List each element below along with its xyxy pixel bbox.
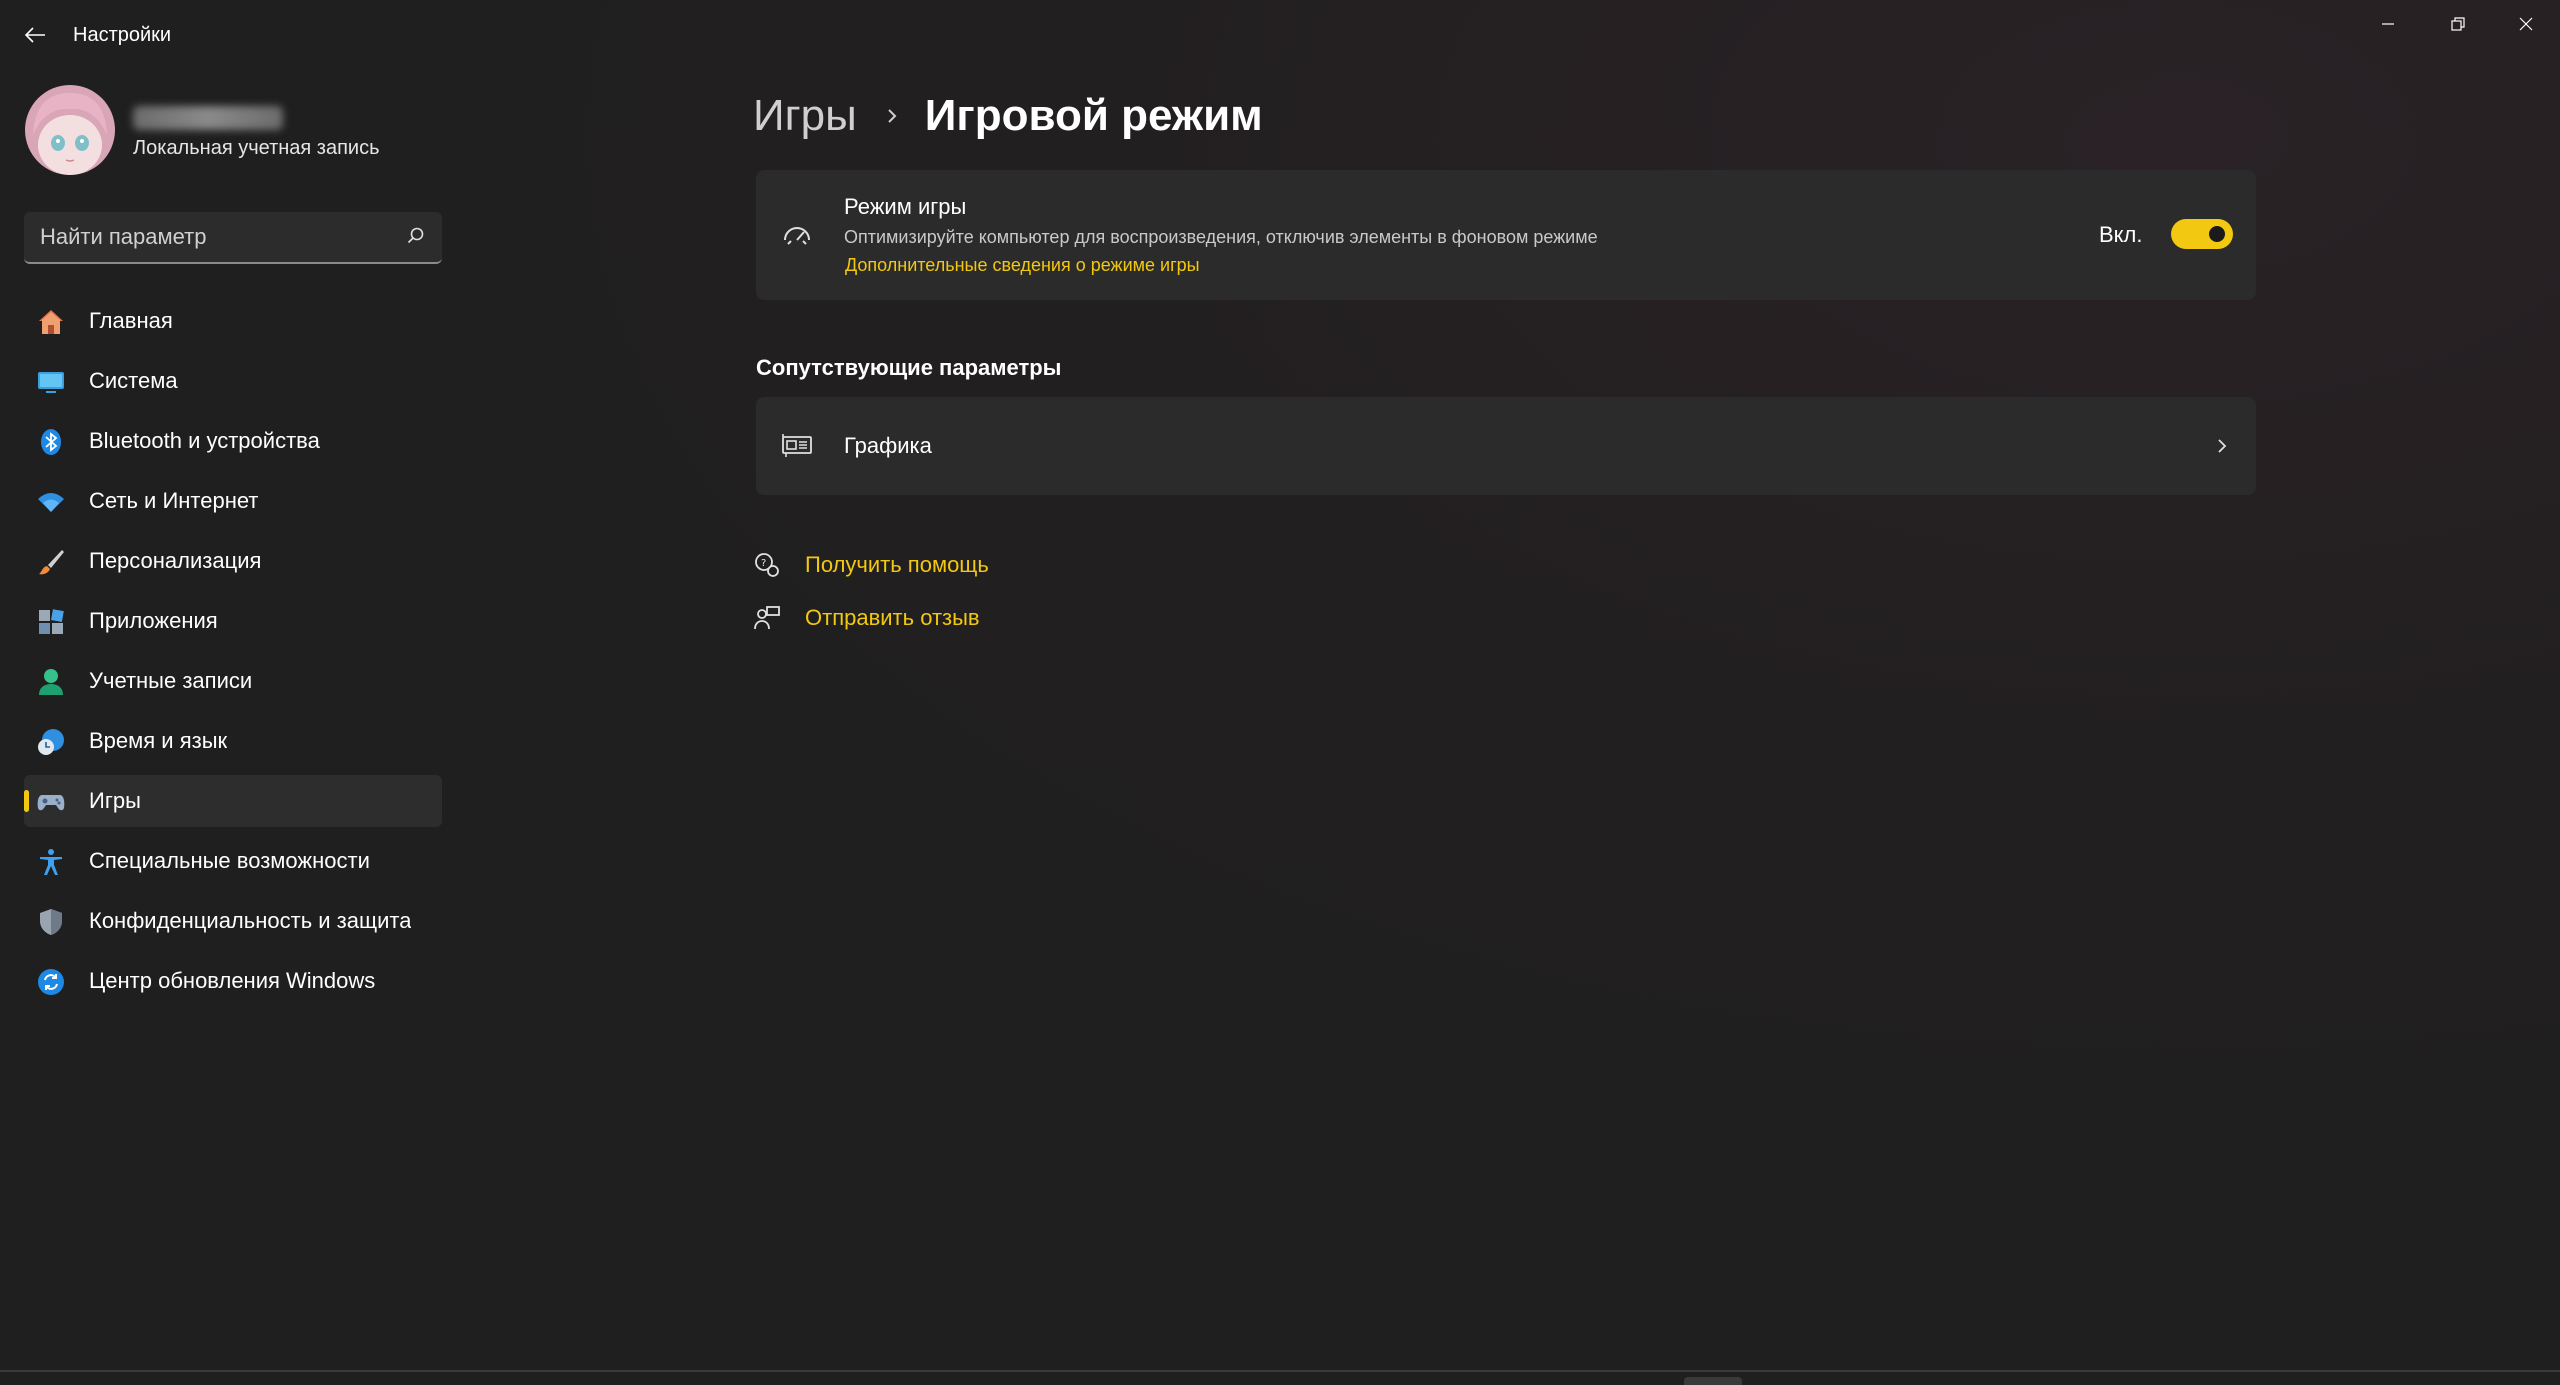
game-mode-learn-more-link[interactable]: Дополнительные сведения о режиме игры (845, 255, 1200, 276)
accessibility-icon (40, 849, 62, 875)
app-title: Настройки (73, 24, 172, 46)
game-mode-description: Оптимизируйте компьютер для воспроизведе… (844, 227, 1598, 247)
sidebar-item-label: Специальные возможности (89, 848, 370, 873)
chevron-right-icon (2218, 439, 2227, 453)
gamepad-icon (37, 795, 65, 811)
send-feedback-link[interactable]: Отправить отзыв (753, 600, 980, 636)
back-arrow-icon (24, 27, 45, 43)
sidebar-item-label: Главная (89, 308, 173, 333)
sidebar-item-label: Учетные записи (89, 668, 253, 693)
toggle-state-label: Вкл. (2099, 222, 2143, 247)
sidebar-item-home[interactable]: Главная (24, 295, 442, 347)
page-title: Игровой режим (924, 91, 1263, 140)
taskbar-handle (1684, 1377, 1742, 1385)
taskbar-edge (0, 1370, 2560, 1372)
clock-globe-icon (38, 729, 64, 755)
apps-icon (39, 609, 64, 634)
sidebar-item-label: Время и язык (89, 728, 228, 753)
close-button[interactable] (2496, 4, 2556, 44)
sidebar-item-apps[interactable]: Приложения (24, 595, 442, 647)
account-icon (39, 669, 63, 695)
sidebar-item-windows-update[interactable]: Центр обновления Windows (24, 955, 442, 1007)
back-button[interactable] (18, 18, 52, 52)
sidebar-item-label: Центр обновления Windows (89, 968, 376, 993)
search-input[interactable] (40, 212, 400, 262)
brush-icon (39, 550, 64, 575)
title-bar: Настройки (0, 0, 2560, 72)
sidebar-item-label: Сеть и Интернет (89, 488, 259, 513)
sidebar-nav: Главная Система Bluetooth и устройства С… (24, 295, 442, 1015)
close-icon (2519, 17, 2533, 31)
feedback-icon (754, 606, 780, 630)
graphics-label: Графика (844, 433, 932, 458)
get-help-label: Получить помощь (805, 552, 989, 577)
system-icon (38, 372, 64, 393)
minimize-button[interactable] (2358, 4, 2418, 44)
sidebar-item-label: Персонализация (89, 548, 262, 573)
help-chat-icon: ? (755, 553, 779, 577)
sidebar-item-network[interactable]: Сеть и Интернет (24, 475, 442, 527)
user-name-blurred (133, 106, 283, 130)
game-mode-toggle[interactable] (2171, 219, 2233, 249)
sidebar-item-accessibility[interactable]: Специальные возможности (24, 835, 442, 887)
related-settings-heading: Сопутствующие параметры (756, 355, 1062, 380)
sidebar-item-system[interactable]: Система (24, 355, 442, 407)
sidebar-item-privacy[interactable]: Конфиденциальность и защита (24, 895, 442, 947)
speedometer-icon (784, 227, 810, 245)
restore-button[interactable] (2428, 4, 2488, 44)
get-help-link[interactable]: ? Получить помощь (753, 547, 989, 583)
send-feedback-label: Отправить отзыв (805, 605, 980, 630)
wifi-icon (38, 493, 64, 512)
sidebar-item-label: Система (89, 368, 178, 393)
search-box[interactable] (24, 212, 442, 264)
svg-text:?: ? (761, 558, 766, 569)
sidebar-item-time-language[interactable]: Время и язык (24, 715, 442, 767)
search-icon[interactable] (406, 226, 426, 246)
avatar[interactable] (25, 85, 115, 175)
sidebar-item-label: Конфиденциальность и защита (89, 908, 412, 933)
game-mode-title: Режим игры (844, 194, 967, 219)
account-type: Локальная учетная запись (133, 137, 380, 159)
breadcrumb: Игры Игровой режим (753, 86, 1263, 146)
restore-icon (2451, 17, 2465, 31)
update-icon (38, 969, 64, 995)
shield-icon (40, 909, 62, 935)
chevron-right-icon (888, 109, 897, 123)
breadcrumb-parent[interactable]: Игры (753, 91, 857, 141)
sidebar-item-accounts[interactable]: Учетные записи (24, 655, 442, 707)
toggle-knob (2209, 226, 2225, 242)
minimize-icon (2382, 23, 2394, 25)
home-icon (39, 310, 63, 334)
sidebar-item-label: Bluetooth и устройства (89, 428, 320, 453)
sidebar-item-gaming[interactable]: Игры (24, 775, 442, 827)
sidebar-item-label: Приложения (89, 608, 218, 633)
sidebar-item-personalization[interactable]: Персонализация (24, 535, 442, 587)
settings-window: Настройки Локальная учетная запись Найти… (0, 0, 2560, 1385)
game-mode-card: Режим игры Оптимизируйте компьютер для в… (756, 170, 2256, 300)
sidebar-item-label: Игры (89, 788, 141, 813)
bluetooth-icon (41, 429, 61, 455)
graphics-card-icon (782, 434, 812, 457)
avatar-image (25, 85, 115, 175)
sidebar-item-bluetooth[interactable]: Bluetooth и устройства (24, 415, 442, 467)
graphics-settings-card[interactable]: Графика (756, 397, 2256, 495)
